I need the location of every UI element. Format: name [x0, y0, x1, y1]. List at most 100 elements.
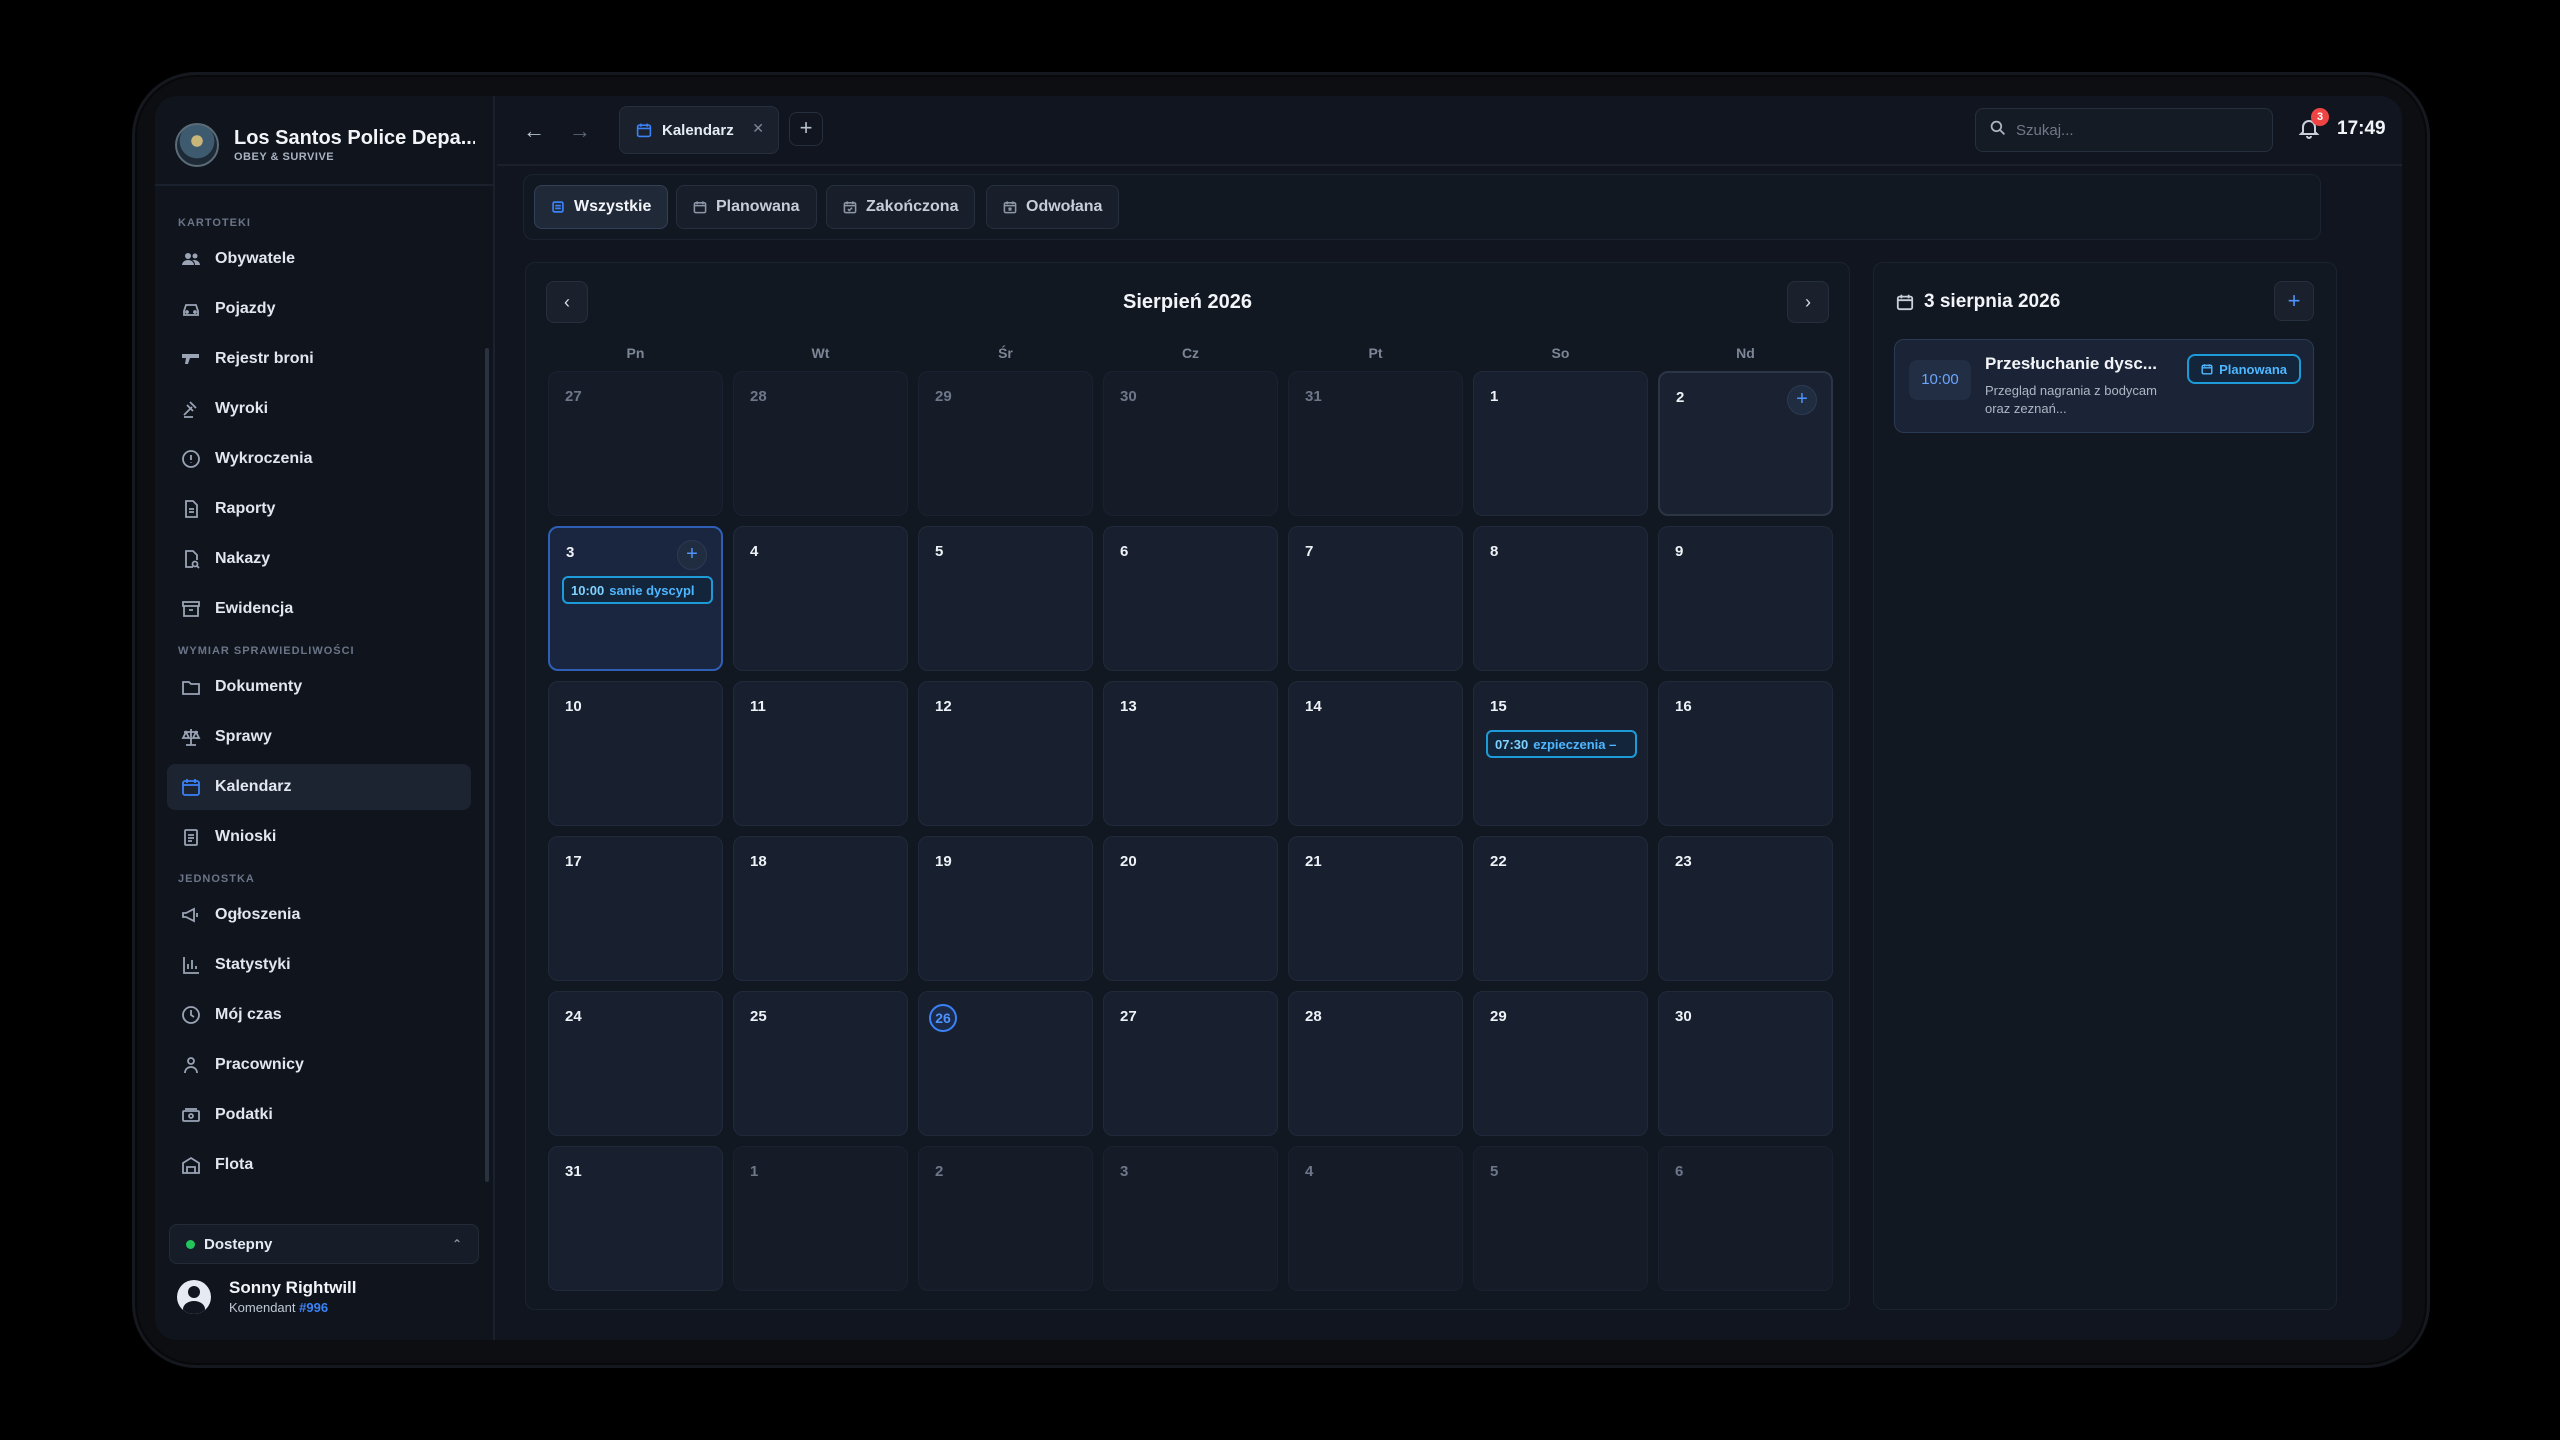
- weekday-label: Pt: [1368, 345, 1383, 361]
- day-number: 28: [750, 388, 767, 405]
- calendar-day[interactable]: 2 +: [1658, 371, 1833, 516]
- next-month-button[interactable]: ›: [1787, 281, 1829, 323]
- org-header[interactable]: Los Santos Police Depa... OBEY & SURVIVE: [175, 118, 475, 172]
- calendar-day[interactable]: 8: [1473, 526, 1648, 671]
- calendar-day[interactable]: 2: [918, 1146, 1093, 1291]
- day-number: 25: [750, 1008, 767, 1025]
- day-number: 30: [1120, 388, 1137, 405]
- sidebar-item-ogloszenia[interactable]: Ogłoszenia: [167, 892, 471, 938]
- sidebar-item-wykroczenia[interactable]: Wykroczenia: [167, 436, 471, 482]
- calendar-day[interactable]: 29: [1473, 991, 1648, 1136]
- calendar-day[interactable]: 25: [733, 991, 908, 1136]
- close-icon[interactable]: ✕: [752, 120, 764, 137]
- calendar-day[interactable]: 1: [1473, 371, 1648, 516]
- org-logo: [175, 123, 219, 167]
- calendar-day[interactable]: 5: [1473, 1146, 1648, 1291]
- sidebar-item-nakazy[interactable]: Nakazy: [167, 536, 471, 582]
- sidebar-scrollbar[interactable]: [485, 348, 489, 1182]
- add-event-button[interactable]: +: [2274, 281, 2314, 321]
- new-tab-button[interactable]: +: [789, 112, 823, 146]
- filter-zakonczona[interactable]: Zakończona: [826, 185, 976, 229]
- day-number: 29: [1490, 1008, 1507, 1025]
- day-number: 6: [1120, 543, 1129, 560]
- add-day-event-button[interactable]: +: [677, 540, 707, 570]
- sidebar-item-pojazdy[interactable]: Pojazdy: [167, 286, 471, 332]
- calendar-day[interactable]: 30: [1658, 991, 1833, 1136]
- calendar-day[interactable]: 4: [733, 526, 908, 671]
- calendar-day[interactable]: 23: [1658, 836, 1833, 981]
- sidebar-item-raporty[interactable]: Raporty: [167, 486, 471, 532]
- sidebar-item-dokumenty[interactable]: Dokumenty: [167, 664, 471, 710]
- calendar-day[interactable]: 26: [918, 991, 1093, 1136]
- calendar-day[interactable]: 21: [1288, 836, 1463, 981]
- forward-arrow-icon[interactable]: →: [569, 118, 591, 144]
- bell-icon: [2297, 120, 2321, 144]
- filter-wszystkie[interactable]: Wszystkie: [534, 185, 669, 229]
- calendar-day[interactable]: 5: [918, 526, 1093, 671]
- day-number: 31: [1305, 388, 1322, 405]
- calendar-day[interactable]: 31: [548, 1146, 723, 1291]
- status-dot: [186, 1239, 195, 1249]
- user-profile[interactable]: Sonny Rightwill Komendant #996: [177, 1278, 357, 1315]
- calendar-day[interactable]: 29: [918, 371, 1093, 516]
- sidebar-item-kalendarz[interactable]: Kalendarz: [167, 764, 471, 810]
- search-input[interactable]: [2016, 121, 2246, 139]
- calendar-day[interactable]: 14: [1288, 681, 1463, 826]
- calendar-day[interactable]: 3: [1103, 1146, 1278, 1291]
- sidebar-item-ewidencja[interactable]: Ewidencja: [167, 586, 471, 632]
- sidebar-item-sprawy[interactable]: Sprawy: [167, 714, 471, 760]
- calendar-day[interactable]: 12: [918, 681, 1093, 826]
- filter-planowana[interactable]: Planowana: [676, 185, 817, 229]
- calendar-day[interactable]: 13: [1103, 681, 1278, 826]
- sidebar-item-wyroki[interactable]: Wyroki: [167, 386, 471, 432]
- event-chip[interactable]: 07:30 ezpieczenia –: [1486, 730, 1637, 758]
- sidebar-item-obywatele[interactable]: Obywatele: [167, 236, 471, 282]
- sidebar-item-podatki[interactable]: Podatki: [167, 1092, 471, 1138]
- selected-date-label: 3 sierpnia 2026: [1924, 291, 2061, 312]
- calendar-day[interactable]: 10: [548, 681, 723, 826]
- sidebar-item-moj-czas[interactable]: Mój czas: [167, 992, 471, 1038]
- calendar-day[interactable]: 18: [733, 836, 908, 981]
- calendar-day[interactable]: 31: [1288, 371, 1463, 516]
- calendar-day[interactable]: 11: [733, 681, 908, 826]
- calendar-day[interactable]: 4: [1288, 1146, 1463, 1291]
- sidebar-item-flota[interactable]: Flota: [167, 1142, 471, 1188]
- calendar-day[interactable]: 6: [1658, 1146, 1833, 1291]
- event-card[interactable]: 10:00 Przesłuchanie dysc... Przegląd nag…: [1894, 339, 2314, 433]
- filter-label: Zakończona: [866, 198, 959, 215]
- calendar-day[interactable]: 27: [548, 371, 723, 516]
- back-arrow-icon[interactable]: ←: [523, 118, 545, 144]
- sidebar-item-label: Sprawy: [215, 728, 272, 745]
- calendar-icon: [181, 777, 201, 797]
- add-day-event-button[interactable]: +: [1787, 385, 1817, 415]
- calendar-day[interactable]: 9: [1658, 526, 1833, 671]
- calendar-day[interactable]: 16: [1658, 681, 1833, 826]
- tab-kalendarz[interactable]: Kalendarz ✕: [619, 106, 779, 154]
- sidebar-item-rejestr-broni[interactable]: Rejestr broni: [167, 336, 471, 382]
- sidebar-item-statystyki[interactable]: Statystyki: [167, 942, 471, 988]
- calendar-day[interactable]: 1: [733, 1146, 908, 1291]
- calendar-day[interactable]: 24: [548, 991, 723, 1136]
- calendar-day[interactable]: 15 07:30 ezpieczenia –: [1473, 681, 1648, 826]
- calendar-day[interactable]: 27: [1103, 991, 1278, 1136]
- calendar-day[interactable]: 7: [1288, 526, 1463, 671]
- weekday-label: Pn: [626, 345, 645, 361]
- calendar-day[interactable]: 19: [918, 836, 1093, 981]
- filter-odwolana[interactable]: Odwołana: [986, 185, 1120, 229]
- calendar-day[interactable]: 17: [548, 836, 723, 981]
- calendar-day[interactable]: 28: [733, 371, 908, 516]
- sidebar-item-pracownicy[interactable]: Pracownicy: [167, 1042, 471, 1088]
- day-number: 28: [1305, 1008, 1322, 1025]
- calendar-day[interactable]: 30: [1103, 371, 1278, 516]
- calendar-day[interactable]: 20: [1103, 836, 1278, 981]
- calendar-day[interactable]: 22: [1473, 836, 1648, 981]
- calendar-day[interactable]: 6: [1103, 526, 1278, 671]
- sidebar-item-label: Wnioski: [215, 828, 277, 845]
- event-chip[interactable]: 10:00 sanie dyscypl: [562, 576, 713, 604]
- status-selector[interactable]: Dostepny ⌃: [169, 1224, 479, 1264]
- calendar-day[interactable]: 28: [1288, 991, 1463, 1136]
- sidebar-item-label: Statystyki: [215, 956, 291, 973]
- notifications-button[interactable]: 3: [2297, 108, 2329, 144]
- calendar-day[interactable]: 3 +10:00 sanie dyscypl: [548, 526, 723, 671]
- sidebar-item-wnioski[interactable]: Wnioski: [167, 814, 471, 860]
